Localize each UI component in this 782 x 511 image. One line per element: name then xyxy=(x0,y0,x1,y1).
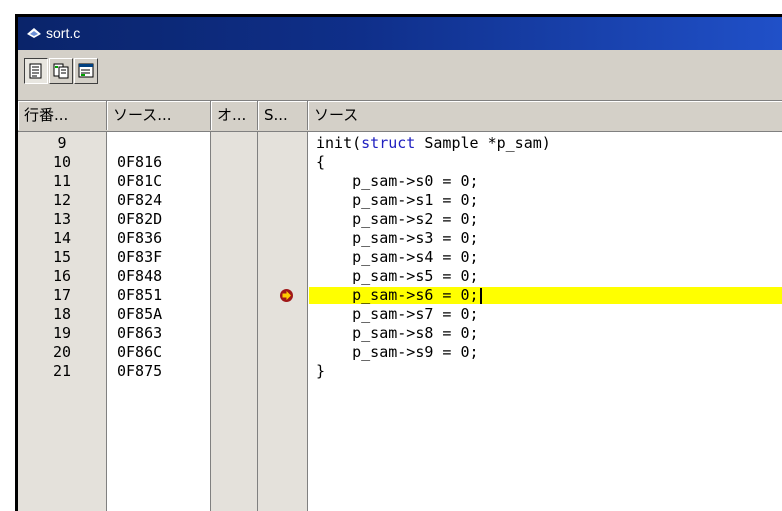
source-row[interactable]: 16 0F848 p_sam->s5 = 0; xyxy=(18,267,782,286)
source-row[interactable]: 17 0F851 p_sam->s6 = 0; xyxy=(18,286,782,305)
source-address: 0F81C xyxy=(117,172,163,190)
line-number: 14 xyxy=(52,229,72,247)
source-row[interactable]: 11 0F81C p_sam->s0 = 0; xyxy=(18,172,782,191)
source-code: p_sam->s2 = 0; xyxy=(316,210,479,228)
source-code: p_sam->s6 = 0; xyxy=(316,286,482,305)
source-grid[interactable]: 9 init(struct Sample *p_sam) 10 0F816 {11 0F8… xyxy=(18,132,782,511)
source-address: 0F863 xyxy=(117,324,163,342)
source-address: 0F85A xyxy=(117,305,163,323)
source-code: p_sam->s5 = 0; xyxy=(316,267,479,285)
source-code: } xyxy=(316,362,326,380)
toolbar xyxy=(18,50,782,101)
text-cursor xyxy=(479,287,482,304)
line-number: 17 xyxy=(52,286,72,304)
source-row[interactable]: 20 0F86C p_sam->s9 = 0; xyxy=(18,343,782,362)
source-address: 0F816 xyxy=(117,153,163,171)
line-number: 10 xyxy=(52,153,72,171)
source-code: p_sam->s7 = 0; xyxy=(316,305,479,323)
line-number: 19 xyxy=(52,324,72,342)
source-row[interactable]: 18 0F85A p_sam->s7 = 0; xyxy=(18,305,782,324)
source-address: 0F824 xyxy=(117,191,163,209)
line-number: 20 xyxy=(52,343,72,361)
source-view-button[interactable] xyxy=(24,58,48,84)
line-number: 16 xyxy=(52,267,72,285)
source-row[interactable]: 13 0F82D p_sam->s2 = 0; xyxy=(18,210,782,229)
source-code: p_sam->s3 = 0; xyxy=(316,229,479,247)
column-header-source[interactable]: ソース xyxy=(308,101,782,130)
source-code: p_sam->s0 = 0; xyxy=(316,172,479,190)
source-address: 0F875 xyxy=(117,362,163,380)
source-code: { xyxy=(316,153,326,171)
source-address: 0F851 xyxy=(117,286,163,304)
source-row[interactable]: 19 0F863 p_sam->s8 = 0; xyxy=(18,324,782,343)
window-title: sort.c xyxy=(46,25,81,41)
line-number: 15 xyxy=(52,248,72,266)
source-address: 0F848 xyxy=(117,267,163,285)
source-view-icon xyxy=(29,63,42,79)
line-number: 11 xyxy=(52,172,72,190)
program-counter-arrow-icon[interactable] xyxy=(279,288,294,303)
column-header-source-address[interactable]: ソース... xyxy=(107,101,211,130)
line-number: 21 xyxy=(52,362,72,380)
line-number: 18 xyxy=(52,305,72,323)
column-header-s[interactable]: S... xyxy=(258,101,308,130)
source-file-icon xyxy=(26,25,42,41)
source-address: 0F83F xyxy=(117,248,163,266)
source-code: p_sam->s8 = 0; xyxy=(316,324,479,342)
source-address: 0F82D xyxy=(117,210,163,228)
mixed-view-icon xyxy=(53,63,69,79)
disassembly-view-button[interactable] xyxy=(74,58,98,84)
disassembly-view-icon xyxy=(78,63,94,78)
column-header-options[interactable]: オ... xyxy=(211,101,258,130)
line-number: 9 xyxy=(57,134,67,152)
source-row[interactable]: 12 0F824 p_sam->s1 = 0; xyxy=(18,191,782,210)
source-row[interactable]: 21 0F875} xyxy=(18,362,782,381)
source-code: init(struct Sample *p_sam) xyxy=(316,134,551,152)
source-address: 0F86C xyxy=(117,343,163,361)
source-row[interactable]: 9 init(struct Sample *p_sam) xyxy=(18,134,782,153)
line-number: 13 xyxy=(52,210,72,228)
source-row[interactable]: 10 0F816 { xyxy=(18,153,782,172)
column-headers: 行番... ソース... オ... S... ソース xyxy=(18,101,782,132)
source-row[interactable]: 15 0F83F p_sam->s4 = 0; xyxy=(18,248,782,267)
source-row[interactable]: 14 0F836 p_sam->s3 = 0; xyxy=(18,229,782,248)
source-code: p_sam->s4 = 0; xyxy=(316,248,479,266)
column-header-line-number[interactable]: 行番... xyxy=(18,101,107,130)
source-code: p_sam->s1 = 0; xyxy=(316,191,479,209)
source-window: sort.c 行番... ソース... オ... S... ソース 9 init(… xyxy=(15,14,782,511)
source-code: p_sam->s9 = 0; xyxy=(316,343,479,361)
source-address: 0F836 xyxy=(117,229,163,247)
title-bar[interactable]: sort.c xyxy=(18,17,782,50)
mixed-view-button[interactable] xyxy=(49,58,73,84)
line-number: 12 xyxy=(52,191,72,209)
